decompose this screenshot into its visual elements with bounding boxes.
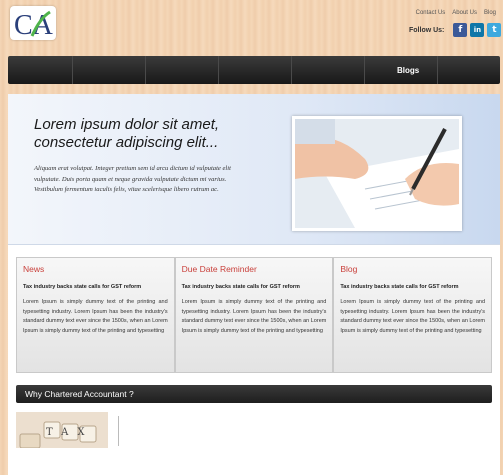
blog-title[interactable]: Blog <box>340 264 485 274</box>
nav-divider <box>218 56 219 84</box>
due-date-column: Due Date Reminder Tax industry backs sta… <box>174 257 334 373</box>
hero-title: Lorem ipsum dolor sit amet, consectetur … <box>34 116 220 151</box>
nav-item-blogs[interactable]: Blogs <box>397 66 419 75</box>
follow-us-label: Follow Us: <box>409 26 445 34</box>
tax-image: TAX <box>16 412 108 448</box>
news-title[interactable]: News <box>23 264 168 274</box>
nav-divider <box>291 56 292 84</box>
linkedin-icon[interactable]: in <box>470 23 485 37</box>
due-date-title[interactable]: Due Date Reminder <box>182 264 327 274</box>
logo-mark: CA <box>14 10 54 41</box>
blog-headline[interactable]: Tax industry backs state calls for GST r… <box>340 284 485 290</box>
site-logo[interactable]: CA <box>10 6 56 41</box>
image-divider <box>118 416 119 446</box>
hero-image <box>292 116 462 231</box>
news-text: Lorem Ipsum is simply dummy text of the … <box>23 299 168 334</box>
hero-banner: Lorem ipsum dolor sit amet, consectetur … <box>8 94 500 245</box>
info-columns: News Tax industry backs state calls for … <box>16 257 493 373</box>
about-us-link[interactable]: About Us <box>452 10 477 16</box>
blog-link[interactable]: Blog <box>484 10 496 16</box>
contact-us-link[interactable]: Contact Us <box>416 10 446 16</box>
top-links: Contact Us About Us Blog <box>416 10 496 16</box>
news-column: News Tax industry backs state calls for … <box>16 257 175 373</box>
follow-us: Follow Us: f in t <box>409 23 502 37</box>
blog-column: Blog Tax industry backs state calls for … <box>333 257 493 373</box>
nav-divider <box>145 56 146 84</box>
news-headline[interactable]: Tax industry backs state calls for GST r… <box>23 284 168 290</box>
nav-divider <box>437 56 438 84</box>
main-nav: Blogs <box>8 56 500 84</box>
signing-document-illustration <box>295 119 459 228</box>
due-date-headline[interactable]: Tax industry backs state calls for GST r… <box>182 284 327 290</box>
tax-tiles-illustration: TAX <box>16 412 108 448</box>
nav-divider <box>72 56 73 84</box>
main-content: Lorem ipsum dolor sit amet, consectetur … <box>8 94 500 475</box>
tax-tile-text: TAX <box>46 427 93 438</box>
nav-divider <box>364 56 365 84</box>
due-date-text: Lorem Ipsum is simply dummy text of the … <box>181 299 327 334</box>
facebook-icon[interactable]: f <box>453 23 468 37</box>
hero-text: Aliquam erat volutpat. Integer pretium s… <box>34 165 231 193</box>
why-ca-heading: Why Chartered Accountant ? <box>25 389 134 399</box>
blog-text: Lorem Ipsum is simply dummy text of the … <box>340 299 486 334</box>
why-ca-bar: Why Chartered Accountant ? <box>16 385 492 403</box>
twitter-icon[interactable]: t <box>487 23 502 37</box>
